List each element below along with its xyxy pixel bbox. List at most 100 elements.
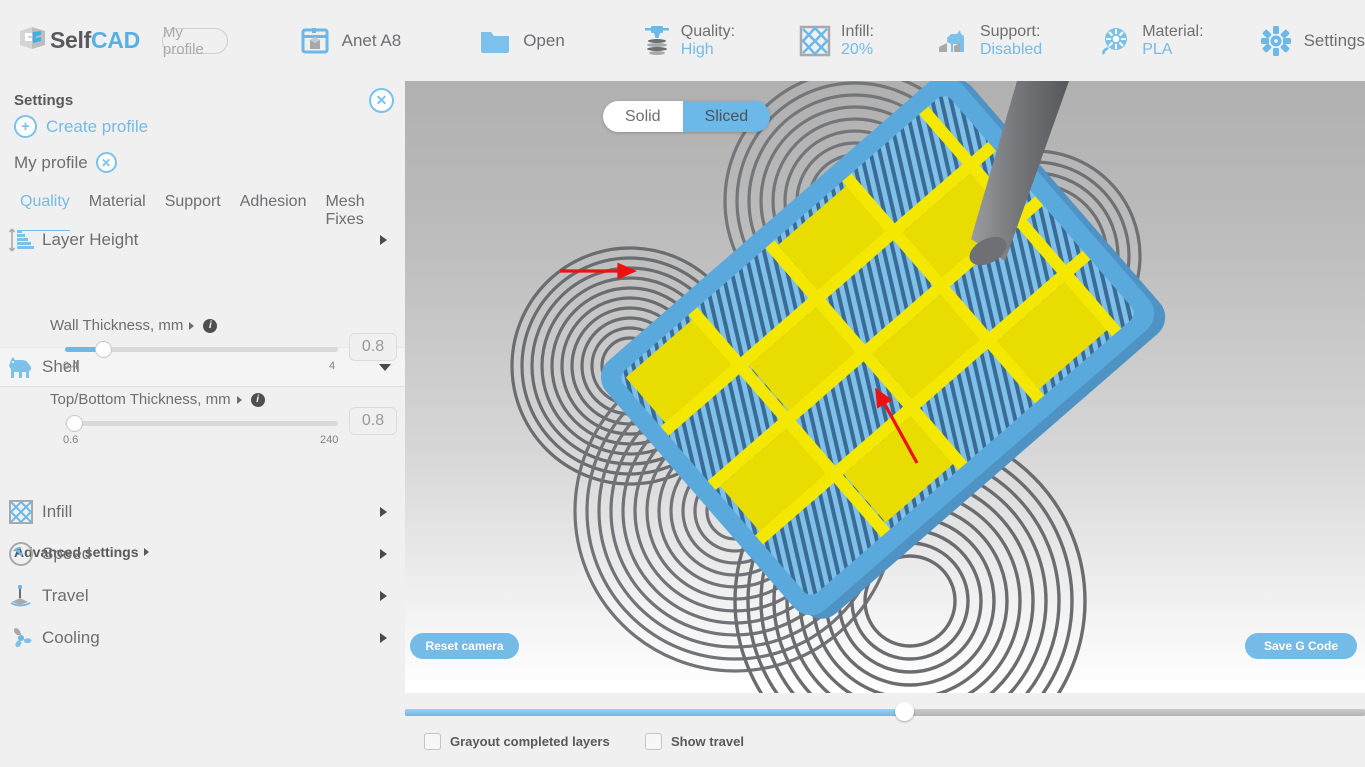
wall-thickness-min: 0.4 [63,360,79,372]
layer-height-icon [0,226,42,254]
delete-profile-icon[interactable]: ✕ [95,152,117,173]
bottom-toolbar: Grayout completed layers Show travel [405,693,1365,767]
sidebar-item-infill[interactable]: Infill [0,492,405,532]
brand-text: SelfCAD [50,27,140,54]
open-button[interactable]: Open [479,26,565,56]
wall-thickness-label: Wall Thickness, mm [50,317,184,334]
chevron-right-icon [380,507,387,517]
wall-thickness-max: 4 [329,360,336,372]
infill-icon [0,499,42,525]
chevron-right-icon [380,549,387,559]
sidebar-item-label: Speed [42,544,92,563]
sidebar-title: Settings [14,92,74,109]
printer-name: Anet A8 [341,30,402,50]
view-mode-sliced[interactable]: Sliced [682,101,771,132]
top-bottom-thickness-field: Top/Bottom Thickness, mm i 0.6 240 0.8 [0,391,405,463]
my-profile-label: My profile [14,152,88,172]
support-selector[interactable]: Support: Disabled [934,23,1042,59]
support-label: Support: [979,22,1041,40]
sliced-model-render [510,81,1166,693]
chevron-right-icon [380,235,387,245]
save-gcode-button[interactable]: Save G Code [1245,633,1357,659]
slider-knob[interactable] [66,415,83,432]
sidebar-item-label: Travel [42,586,89,605]
plus-icon: + [14,115,37,138]
checkbox-box[interactable] [424,733,441,750]
gear-icon [1260,25,1292,57]
quality-text: Quality: High [681,23,735,59]
infill-selector[interactable]: Infill: 20% [799,23,874,59]
sidebar-item-travel[interactable]: Travel [0,576,405,616]
top-bottom-label-row: Top/Bottom Thickness, mm i [50,391,405,408]
sidebar-item-label: Infill [42,502,73,521]
info-icon[interactable]: i [250,392,265,407]
chevron-right-icon [380,633,387,643]
reset-camera-button[interactable]: Reset camera [410,633,519,659]
infill-icon [799,25,831,57]
sidebar-item-cooling[interactable]: Cooling [0,618,405,658]
layer-slider-fill [405,709,904,716]
travel-icon [0,582,42,610]
expand-arrow-icon[interactable] [236,395,242,404]
sidebar-item-label: Cooling [42,628,100,647]
selfcad-logo-icon [20,26,45,49]
sidebar-item-layer-height[interactable]: Layer Height [0,220,405,260]
chevron-right-icon [380,591,387,601]
support-text: Support: Disabled [980,23,1042,59]
show-travel-checkbox[interactable]: Show travel [645,733,744,750]
app-logo[interactable]: SelfCAD [16,24,140,58]
top-bottom-thickness-slider[interactable] [65,413,338,433]
wall-thickness-input[interactable]: 0.8 [349,333,397,361]
profile-placeholder: My profile [162,23,204,58]
open-label: Open [523,30,565,50]
view-mode-toggle: Solid Sliced [603,101,771,132]
infill-text: Infill: 20% [841,23,874,59]
quality-selector[interactable]: Quality: High [643,23,735,59]
wall-thickness-field: Wall Thickness, mm i 0.4 4 0.8 [0,317,405,389]
infill-value: 20% [841,40,874,58]
brand-cad: CAD [90,27,140,53]
quality-value: High [680,40,714,58]
printer-selector[interactable]: Anet A8 [300,26,402,56]
top-bottom-max: 240 [320,434,339,446]
material-text: Material: PLA [1142,23,1203,59]
slider-knob[interactable] [95,341,112,358]
top-bottom-thickness-input[interactable]: 0.8 [349,407,397,435]
quality-label: Quality: [680,22,736,40]
material-label: Material: [1142,22,1204,40]
3d-viewport[interactable]: Solid Sliced Reset camera Save G Code [405,81,1365,693]
folder-icon [479,26,511,56]
layer-slider-knob[interactable] [895,702,914,721]
material-selector[interactable]: Material: PLA [1098,23,1204,59]
material-value: PLA [1142,40,1173,58]
sidebar-item-speed[interactable]: Speed [0,534,405,574]
my-profile-row[interactable]: My profile ✕ [14,152,117,173]
view-mode-solid[interactable]: Solid [603,101,683,132]
material-icon [1098,24,1132,58]
top-bottom-thickness-label: Top/Bottom Thickness, mm [50,391,231,408]
layer-slider[interactable] [405,702,1365,721]
top-toolbar: SelfCAD My profile Anet A8 Open Quality:… [0,0,1365,81]
grayout-completed-layers-checkbox[interactable]: Grayout completed layers [424,733,610,750]
expand-arrow-icon[interactable] [189,321,195,330]
sidebar-item-label: Layer Height [42,230,139,249]
info-icon[interactable]: i [203,318,218,333]
wall-thickness-label-row: Wall Thickness, mm i [50,317,405,334]
checkbox-label: Show travel [671,734,744,749]
quality-icon [643,24,671,58]
settings-button[interactable]: Settings [1260,25,1365,57]
create-profile-button[interactable]: + Create profile [14,115,148,138]
profile-input[interactable]: My profile [161,24,228,58]
top-bottom-min: 0.6 [63,434,79,446]
infill-label: Infill: [841,22,874,40]
support-icon [934,26,970,56]
checkbox-box[interactable] [645,733,662,750]
wall-thickness-slider[interactable] [65,339,338,359]
create-profile-label: Create profile [46,116,149,136]
brand-self: Self [50,27,91,53]
speed-icon [0,541,42,567]
printer-icon [300,26,330,56]
slider-track [65,421,338,426]
close-icon[interactable]: ✕ [369,88,394,113]
cooling-fan-icon [0,625,42,651]
